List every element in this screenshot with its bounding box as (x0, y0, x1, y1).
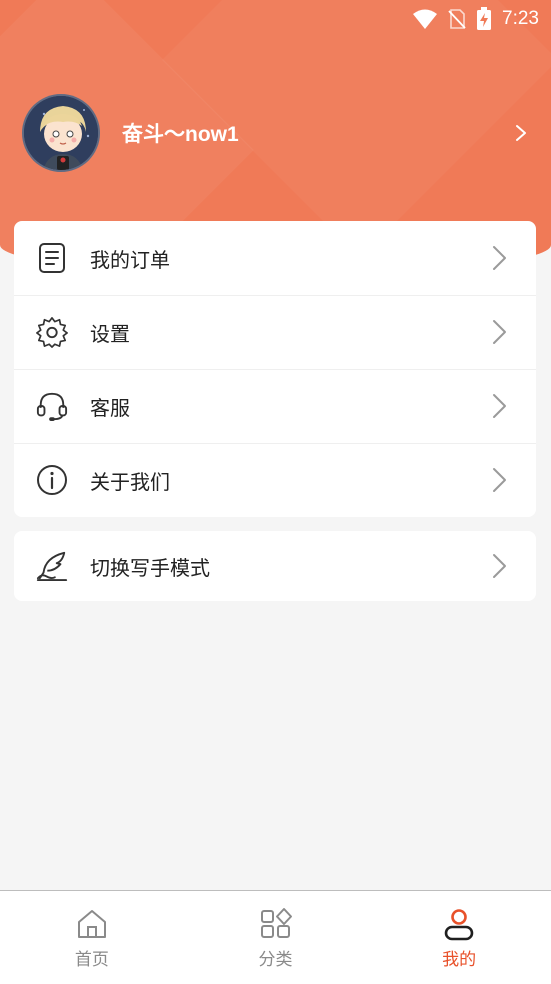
menu-item-settings[interactable]: 设置 (14, 295, 536, 369)
chevron-right-icon[interactable] (510, 122, 532, 144)
category-icon (260, 908, 292, 938)
menu-item-label: 关于我们 (90, 469, 170, 494)
avatar[interactable] (22, 94, 100, 172)
tab-label: 我的 (442, 950, 477, 970)
document-icon (36, 242, 68, 274)
menu-item-label: 我的订单 (90, 247, 170, 272)
chevron-right-icon (493, 468, 506, 492)
gear-icon (36, 316, 68, 348)
no-sim-icon (448, 9, 466, 29)
menu-item-orders[interactable]: 我的订单 (14, 221, 536, 295)
battery-charging-icon (477, 7, 492, 30)
profile-icon (444, 909, 474, 941)
menu-item-label: 客服 (90, 395, 130, 420)
menu-item-label: 设置 (90, 321, 130, 346)
menu-item-about-us[interactable]: 关于我们 (14, 443, 536, 517)
tab-label: 首页 (74, 950, 109, 970)
writer-mode-card: 切换写手模式 (14, 531, 536, 601)
quill-icon (36, 550, 68, 582)
menu-item-customer-service[interactable]: 客服 (14, 369, 536, 443)
menu-item-switch-writer-mode[interactable]: 切换写手模式 (14, 531, 536, 601)
tab-label: 分类 (258, 950, 293, 970)
chevron-right-icon (493, 554, 506, 578)
tab-home[interactable]: 首页 (0, 891, 184, 984)
menu-item-label: 切换写手模式 (90, 555, 210, 580)
home-icon (77, 910, 106, 938)
info-icon (36, 464, 68, 496)
profile-row[interactable]: 奋斗〜now1 (22, 94, 532, 172)
menu-card: 我的订单 设置 客服 关于我们 (14, 221, 536, 517)
tab-category[interactable]: 分类 (184, 891, 368, 984)
chevron-right-icon (493, 394, 506, 418)
username: 奋斗〜now1 (122, 123, 239, 146)
chevron-right-icon (493, 246, 506, 270)
clock: 7:23 (502, 8, 539, 29)
chevron-right-icon (493, 320, 506, 344)
wifi-icon (413, 9, 438, 29)
bottom-tab-bar: 首页 分类 我的 (0, 890, 551, 984)
headset-icon (36, 390, 68, 422)
status-bar: 7:23 (0, 0, 551, 38)
tab-mine[interactable]: 我的 (367, 891, 551, 984)
